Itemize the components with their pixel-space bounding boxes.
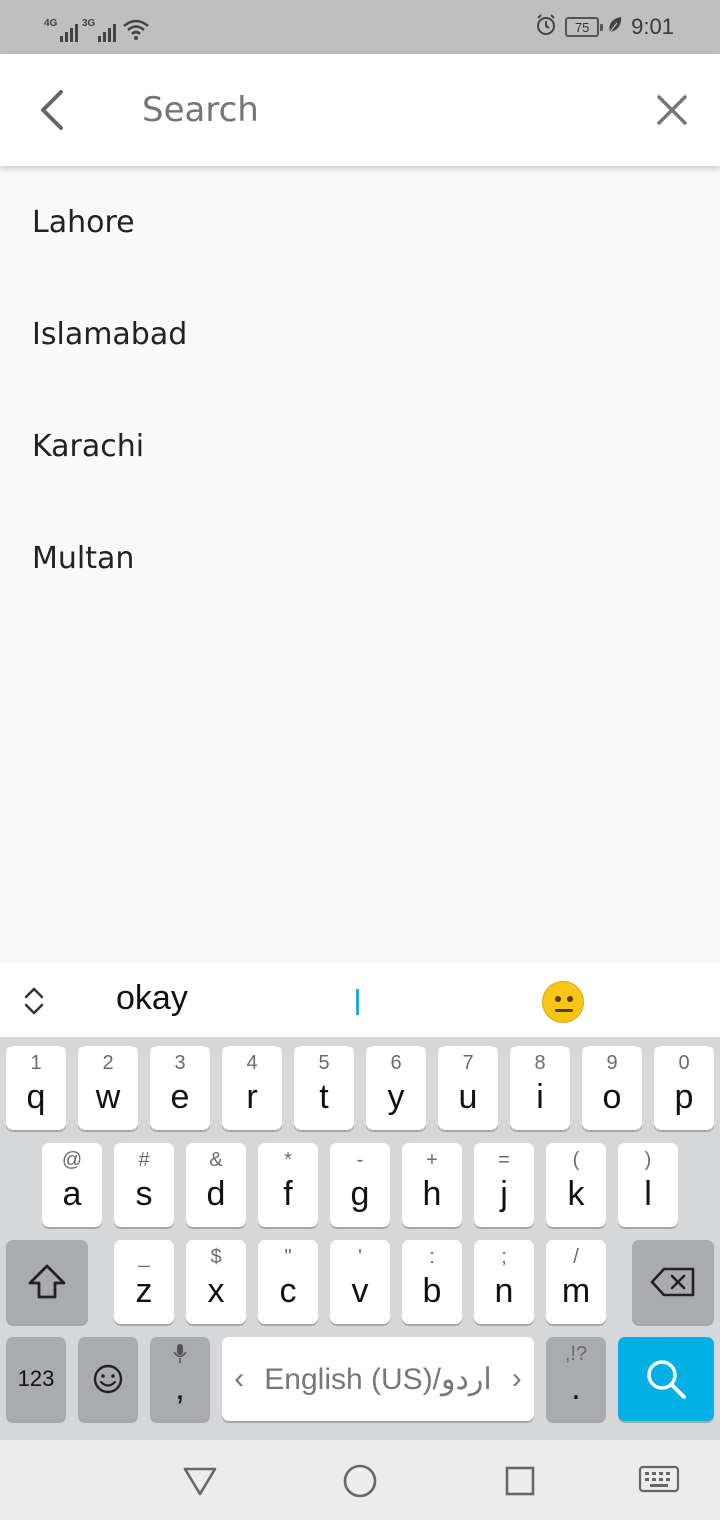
key-m[interactable]: / m — [546, 1240, 606, 1324]
nav-back-button[interactable] — [177, 1458, 223, 1504]
search-icon — [647, 1360, 686, 1399]
numbers-key[interactable]: 123 — [6, 1337, 66, 1421]
key-g[interactable]: -g — [330, 1143, 390, 1227]
list-item[interactable]: Multan — [0, 502, 720, 614]
network-type-1: 4G — [44, 18, 58, 29]
key-i[interactable]: 8i — [510, 1046, 570, 1130]
key-o[interactable]: 9o — [582, 1046, 642, 1130]
search-action-key[interactable] — [618, 1337, 714, 1421]
recents-square-icon — [505, 1466, 535, 1496]
key-f[interactable]: * f — [258, 1143, 318, 1227]
key-v[interactable]: ' v — [330, 1240, 390, 1324]
shift-arrow-icon — [28, 1264, 66, 1299]
battery-icon: 75 — [565, 17, 604, 37]
emoji-key[interactable] — [78, 1337, 138, 1421]
chevron-up-down-icon — [24, 987, 44, 1015]
nav-recents-button[interactable] — [497, 1458, 543, 1504]
microphone-icon — [150, 1343, 210, 1371]
leaf-icon — [607, 15, 623, 39]
key-d[interactable]: & d — [186, 1143, 246, 1227]
key-e[interactable]: 3e — [150, 1046, 210, 1130]
list-item[interactable]: Lahore — [0, 166, 720, 278]
key-y[interactable]: 6y — [366, 1046, 426, 1130]
key-u[interactable]: 7u — [438, 1046, 498, 1130]
key-p[interactable]: 0p — [654, 1046, 714, 1130]
search-input[interactable] — [142, 84, 622, 136]
clear-search-button[interactable] — [642, 80, 702, 140]
key-k[interactable]: (k — [546, 1143, 606, 1227]
wifi-icon — [122, 18, 150, 42]
period-key[interactable]: ,!? . — [546, 1337, 606, 1421]
nav-home-button[interactable] — [337, 1458, 383, 1504]
comma-voice-key[interactable]: , — [150, 1337, 210, 1421]
status-bar: 4G 3G 75 9:01 — [0, 0, 720, 54]
expand-toolbar-button[interactable] — [18, 983, 50, 1019]
key-a[interactable]: @ a — [42, 1143, 102, 1227]
text-cursor — [356, 989, 359, 1015]
suggestion-word[interactable]: okay — [116, 979, 188, 1018]
list-item[interactable]: Karachi — [0, 390, 720, 502]
shift-key[interactable] — [6, 1240, 88, 1324]
back-button[interactable] — [22, 80, 82, 140]
signal-icon: 4G — [44, 18, 78, 42]
backspace-icon — [650, 1267, 695, 1297]
chevron-right-icon: › — [511, 1362, 522, 1395]
key-j[interactable]: = j — [474, 1143, 534, 1227]
key-l[interactable]: ) l — [618, 1143, 678, 1227]
space-key[interactable]: ‹ English (US)/اردو › — [222, 1337, 534, 1421]
key-n[interactable]: ; n — [474, 1240, 534, 1324]
signal-icon-2: 3G — [82, 18, 116, 42]
space-language-label: English (US)/اردو — [264, 1362, 492, 1396]
key-z[interactable]: _ z — [114, 1240, 174, 1324]
chevron-left-icon: ‹ — [234, 1362, 245, 1395]
key-x[interactable]: $ x — [186, 1240, 246, 1324]
battery-level: 75 — [574, 19, 590, 35]
key-h[interactable]: + h — [402, 1143, 462, 1227]
network-type-2: 3G — [82, 18, 96, 29]
key-t[interactable]: 5t — [294, 1046, 354, 1130]
keyboard-hide-icon — [638, 1465, 680, 1493]
key-r[interactable]: 4r — [222, 1046, 282, 1130]
alarm-icon — [535, 14, 557, 40]
key-q[interactable]: 1q — [6, 1046, 66, 1130]
key-s[interactable]: # s — [114, 1143, 174, 1227]
nav-keyboard-button[interactable] — [636, 1458, 682, 1504]
smiley-icon — [93, 1364, 123, 1394]
search-app-bar — [0, 54, 720, 166]
key-c[interactable]: " c — [258, 1240, 318, 1324]
suggestion-bar: okay — [0, 963, 720, 1037]
close-icon — [657, 95, 687, 125]
home-circle-icon — [343, 1464, 377, 1498]
list-item[interactable]: Islamabad — [0, 278, 720, 390]
neutral-face-emoji-icon[interactable] — [542, 981, 584, 1023]
backspace-key[interactable] — [632, 1240, 714, 1324]
system-nav-bar — [0, 1440, 720, 1520]
key-w[interactable]: 2w — [78, 1046, 138, 1130]
status-left: 4G 3G — [44, 12, 150, 42]
back-triangle-icon — [183, 1467, 217, 1496]
clock: 9:01 — [631, 14, 674, 39]
back-arrow-icon — [41, 90, 63, 130]
search-results-list: Lahore Islamabad Karachi Multan — [0, 166, 720, 614]
status-right: 75 9:01 — [535, 12, 674, 42]
key-b[interactable]: :b — [402, 1240, 462, 1324]
soft-keyboard: okay 1q 2w 3e 4r 5t 6y 7u 8i 9o 0p @ a # s… — [0, 963, 720, 1440]
